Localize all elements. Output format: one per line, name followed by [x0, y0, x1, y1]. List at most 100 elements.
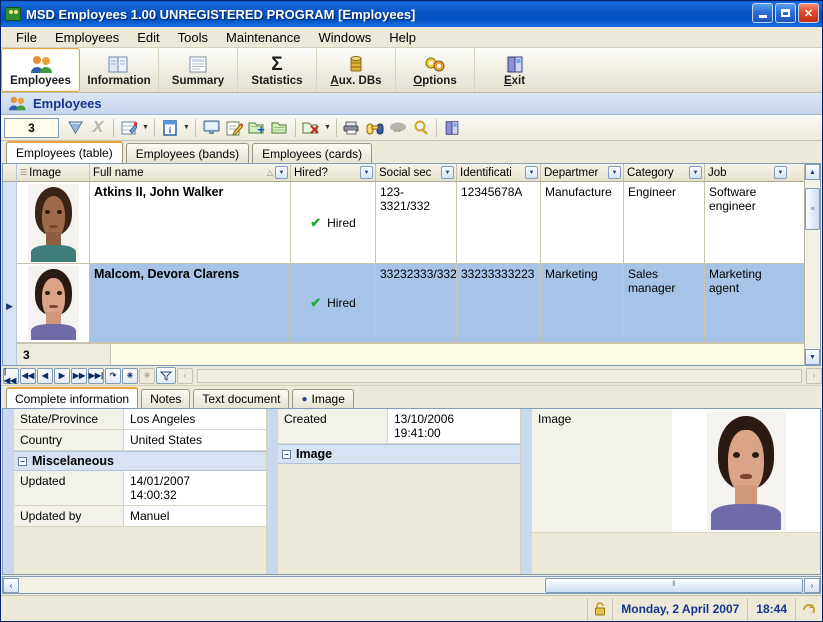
cell-social-sec[interactable]: 33232333/332 [376, 264, 457, 342]
cell-job[interactable]: Software engineer [705, 182, 789, 263]
tab-employees-bands[interactable]: Employees (bands) [125, 143, 250, 163]
toolbar-button-statistics[interactable]: Σ Statistics [238, 48, 317, 92]
scroll-up-arrow[interactable]: ▲ [805, 164, 820, 180]
collapse-icon[interactable]: – [18, 456, 27, 466]
refresh-icon[interactable] [795, 597, 822, 620]
nav-next-button[interactable]: ▶ [54, 367, 70, 384]
cell-job[interactable]: Marketing agent [705, 264, 789, 342]
chevron-down-icon[interactable]: ▼ [608, 166, 621, 179]
field-value[interactable]: 13/10/2006 19:41:00 [388, 409, 520, 443]
tab-complete-information[interactable]: Complete information [6, 387, 139, 408]
chevron-down-icon[interactable]: ▼ [689, 166, 702, 179]
edit-record-icon[interactable] [223, 117, 245, 139]
design-grid-icon[interactable] [118, 117, 140, 139]
add-record-icon[interactable]: + [246, 117, 268, 139]
nav-new-button[interactable]: ✳ [122, 367, 138, 384]
toolbar-button-employees[interactable]: Employees [1, 48, 80, 92]
column-header-social-sec[interactable]: Social sec ▼ [376, 164, 457, 181]
menu-item-tools[interactable]: Tools [169, 28, 217, 47]
record-count-box[interactable]: 3 [4, 117, 59, 138]
field-value[interactable]: United States [124, 430, 266, 450]
cell-hired[interactable]: ✔ Hired [291, 182, 376, 264]
grid-row-indicator[interactable] [3, 182, 16, 266]
info-icon[interactable]: i [159, 117, 181, 139]
cell-hired[interactable]: ✔ Hired [291, 264, 376, 342]
design-grid-dropdown[interactable]: ▼ [141, 118, 150, 138]
close-button[interactable]: ✕ [798, 3, 819, 23]
zoom-icon[interactable] [410, 117, 432, 139]
toolbar-button-options[interactable]: Options [396, 48, 475, 92]
nav-filter-button[interactable] [156, 367, 176, 384]
menu-item-help[interactable]: Help [380, 28, 425, 47]
toolbar-button-information[interactable]: Information [80, 48, 159, 92]
maximize-button[interactable] [775, 3, 796, 23]
chevron-down-icon[interactable]: ▼ [275, 166, 288, 179]
menu-item-maintenance[interactable]: Maintenance [217, 28, 309, 47]
field-updated[interactable]: Updated 14/01/2007 14:00:32 [14, 471, 266, 506]
info-dropdown[interactable]: ▼ [182, 118, 191, 138]
menu-item-file[interactable]: File [7, 28, 46, 47]
field-image[interactable]: Image [532, 409, 820, 533]
cell-full-name[interactable]: Atkins II, John Walker [90, 182, 291, 264]
chevron-down-icon[interactable]: ▼ [525, 166, 538, 179]
excel-export-icon[interactable]: X [87, 117, 109, 139]
chevron-down-icon[interactable]: ▼ [360, 166, 373, 179]
column-header-full-name[interactable]: Full name △ ▼ [90, 164, 291, 181]
padlock-icon[interactable] [587, 597, 612, 620]
nav-first-button[interactable]: |◀◀ [3, 367, 19, 385]
toolbar-button-exit[interactable]: Exit [475, 48, 554, 92]
group-image[interactable]: – Image [278, 444, 520, 464]
menu-item-edit[interactable]: Edit [128, 28, 168, 47]
field-value[interactable]: 14/01/2007 14:00:32 [124, 471, 266, 505]
minimize-button[interactable] [752, 3, 773, 23]
delete-dropdown[interactable]: ▼ [323, 118, 332, 138]
column-header-category[interactable]: Category ▼ [624, 164, 705, 181]
menu-item-windows[interactable]: Windows [309, 28, 380, 47]
field-state-province[interactable]: State/Province Los Angeles [14, 409, 266, 430]
search-binoculars-icon[interactable] [364, 117, 386, 139]
chevron-down-icon[interactable]: ▼ [441, 166, 454, 179]
group-miscelaneous[interactable]: – Miscelaneous [14, 451, 266, 471]
field-value[interactable]: Manuel [124, 506, 266, 526]
field-created[interactable]: Created 13/10/2006 19:41:00 [278, 409, 520, 444]
column-header-hired[interactable]: Hired? ▼ [291, 164, 376, 181]
scroll-thumb[interactable]: ≡ [805, 188, 820, 230]
chevron-down-icon[interactable]: ▼ [774, 166, 787, 179]
nav-last-button[interactable]: ▶▶| [88, 367, 104, 384]
grid-menu-icon[interactable]: ☰ [20, 168, 27, 177]
nav-prev-button[interactable]: ◀ [37, 367, 53, 384]
scroll-thumb[interactable]: ⦀ [544, 577, 803, 593]
cell-category[interactable]: Engineer [624, 182, 705, 264]
cell-identification[interactable]: 12345678A [457, 182, 541, 264]
column-header-department[interactable]: Departmer ▼ [541, 164, 624, 181]
menu-item-employees[interactable]: Employees [46, 28, 128, 47]
toolbar-button-summary[interactable]: Summary [159, 48, 238, 92]
exit-door-icon[interactable] [441, 117, 463, 139]
nav-refresh-button[interactable]: ↷ [105, 367, 121, 384]
delete-record-icon[interactable] [300, 117, 322, 139]
print-icon[interactable] [341, 117, 363, 139]
scroll-track[interactable]: ≡ [805, 180, 820, 349]
nav-horizontal-scrollbar[interactable] [197, 368, 802, 383]
scroll-down-arrow[interactable]: ▼ [805, 349, 820, 365]
view-screen-icon[interactable] [200, 117, 222, 139]
scroll-left-arrow[interactable]: ‹ [3, 577, 19, 593]
column-header-identification[interactable]: Identificati ▼ [457, 164, 541, 181]
table-row[interactable]: Malcom, Devora Clarens ✔ Hired 33232333/… [17, 264, 804, 343]
cell-image[interactable] [17, 264, 90, 342]
tab-notes[interactable]: Notes [141, 389, 191, 408]
duplicate-record-icon[interactable] [269, 117, 291, 139]
image-preview[interactable] [672, 409, 820, 532]
detail-horizontal-scrollbar[interactable]: ‹ ⦀ › [2, 576, 821, 594]
table-row[interactable]: Atkins II, John Walker ✔ Hired 123-3321/… [17, 182, 804, 265]
tab-employees-cards[interactable]: Employees (cards) [252, 143, 373, 163]
scroll-right-arrow[interactable]: › [804, 577, 820, 593]
collapse-icon[interactable]: – [282, 449, 291, 459]
tab-employees-table[interactable]: Employees (table) [6, 141, 123, 163]
tab-image[interactable]: ● Image [292, 389, 354, 408]
nav-prev-page-button[interactable]: ◀◀ [20, 367, 36, 384]
nav-next-page-button[interactable]: ▶▶ [71, 367, 87, 384]
cell-department[interactable]: Marketing [541, 264, 624, 342]
scroll-track[interactable]: ⦀ [19, 577, 804, 593]
cell-social-sec[interactable]: 123-3321/332 [376, 182, 457, 264]
